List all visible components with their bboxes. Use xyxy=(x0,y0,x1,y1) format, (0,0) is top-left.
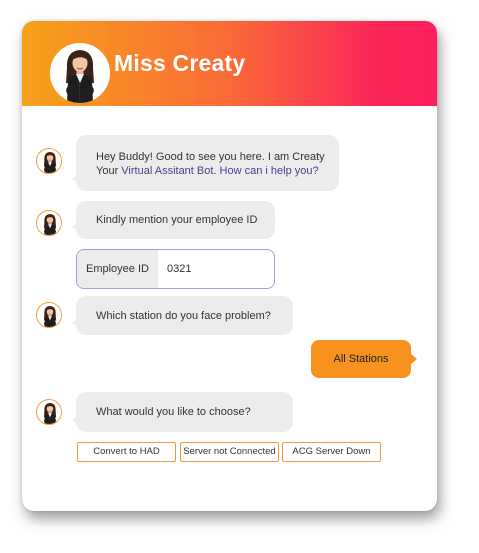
user-message-text: All Stations xyxy=(333,353,389,365)
greeting-line-1: Hey Buddy! Good to see you here. I am Cr… xyxy=(96,151,325,163)
bot-avatar-icon xyxy=(36,148,62,174)
bot-name-title: Miss Creaty xyxy=(114,50,246,76)
bot-message-choose: What would you like to choose? xyxy=(72,392,293,432)
bot-message-text: Kindly mention your employee ID xyxy=(96,214,258,226)
greeting-accent-text: Virtual Assitant Bot. How can i help you… xyxy=(121,165,319,177)
bot-message-greeting: Hey Buddy! Good to see you here. I am Cr… xyxy=(72,135,339,191)
bot-avatar-icon xyxy=(36,399,62,425)
bot-message-station: Which station do you face problem? xyxy=(72,296,293,335)
bot-message-employee-id: Kindly mention your employee ID xyxy=(72,201,275,239)
option-server-not-connected-button[interactable]: Server not Connected xyxy=(180,442,279,462)
bot-message-text: Which station do you face problem? xyxy=(96,310,271,322)
user-message-all-stations: All Stations xyxy=(311,340,417,378)
greeting-line-2: Your Virtual Assitant Bot. How can i hel… xyxy=(96,165,319,177)
bot-message-text: What would you like to choose? xyxy=(96,406,251,418)
option-convert-to-had-button[interactable]: Convert to HAD xyxy=(77,442,176,462)
bot-avatar-icon xyxy=(36,302,62,328)
employee-id-field[interactable]: Employee ID xyxy=(76,249,275,289)
bot-avatar-icon xyxy=(36,210,62,236)
option-acg-server-down-button[interactable]: ACG Server Down xyxy=(282,442,381,462)
employee-id-input[interactable] xyxy=(167,250,267,288)
employee-id-label: Employee ID xyxy=(77,250,158,288)
chat-window: Miss Creaty Hey Buddy! Good to see you h… xyxy=(22,21,437,511)
bot-avatar-icon xyxy=(50,43,110,103)
chat-header: Miss Creaty xyxy=(22,21,437,106)
